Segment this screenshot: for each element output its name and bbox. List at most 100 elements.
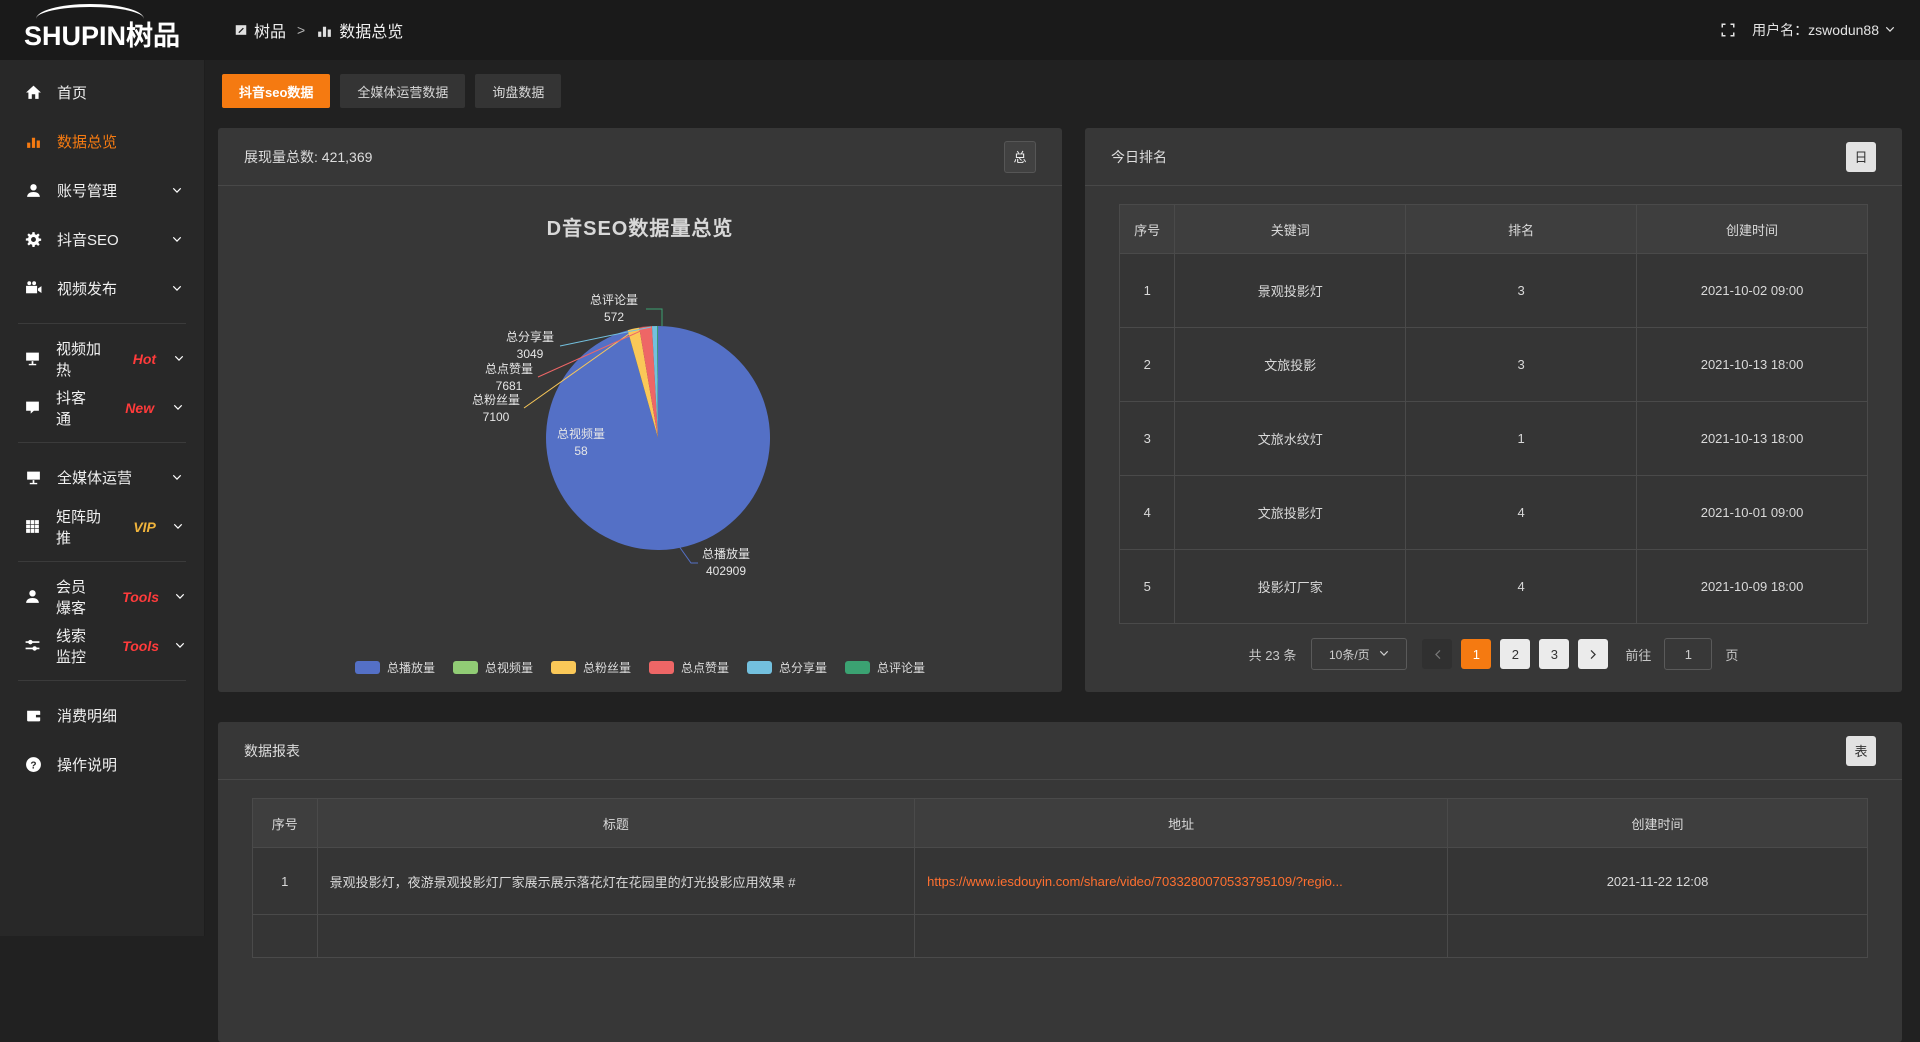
legend-item-总粉丝量[interactable]: 总粉丝量 bbox=[551, 659, 631, 676]
chevron-down-icon bbox=[174, 591, 186, 603]
sidebar-item-chat[interactable]: 抖客通New bbox=[0, 383, 204, 432]
report-cell bbox=[317, 915, 915, 958]
page-size-select[interactable]: 10条/页 bbox=[1311, 638, 1407, 670]
legend-label: 总评论量 bbox=[877, 659, 925, 676]
pie-label-value: 58 bbox=[574, 444, 587, 458]
sidebar-item-monitor[interactable]: 全媒体运营 bbox=[0, 453, 204, 502]
breadcrumb-separator: > bbox=[297, 22, 305, 38]
ranking-cell: 文旅水纹灯 bbox=[1175, 402, 1406, 476]
sidebar-item-sliders[interactable]: 线索监控 Tools bbox=[0, 621, 204, 670]
logo-cn: 树品 bbox=[126, 21, 180, 51]
page-button-1[interactable]: 1 bbox=[1461, 639, 1491, 669]
sidebar-item-label: 抖客通 bbox=[56, 387, 98, 429]
pagination-total: 共 23 条 bbox=[1249, 645, 1297, 664]
sidebar-item-bar-chart[interactable]: 数据总览 bbox=[0, 117, 204, 166]
chart-legend: 总播放量 总视频量 总粉丝量 总点赞量 总分享量 总评论量 bbox=[218, 659, 1062, 676]
goto-label: 前往 bbox=[1625, 645, 1651, 664]
sidebar-item-user[interactable]: 账号管理 bbox=[0, 166, 204, 215]
tab-1[interactable]: 全媒体运营数据 bbox=[340, 74, 465, 108]
ranking-cell: 2021-10-01 09:00 bbox=[1637, 476, 1868, 550]
sidebar-item-label: 矩阵助推 bbox=[56, 506, 106, 548]
ranking-cell: 景观投影灯 bbox=[1175, 254, 1406, 328]
tab-0[interactable]: 抖音seo数据 bbox=[222, 74, 330, 108]
sidebar-item-label: 账号管理 bbox=[57, 180, 117, 201]
legend-item-总评论量[interactable]: 总评论量 bbox=[845, 659, 925, 676]
pie-label-name: 总点赞量 bbox=[485, 362, 533, 376]
sidebar-item-home[interactable]: 首页 bbox=[0, 68, 204, 117]
chevron-down-icon bbox=[168, 185, 186, 197]
ranking-cell: 2021-10-13 18:00 bbox=[1637, 402, 1868, 476]
ranking-cell: 5 bbox=[1120, 550, 1175, 624]
sidebar-item-wallet[interactable]: 消费明细 bbox=[0, 691, 204, 740]
breadcrumb-item[interactable]: 数据总览 bbox=[316, 18, 403, 42]
logo-en: SHUPIN bbox=[24, 21, 126, 51]
report-toggle-button[interactable]: 表 bbox=[1846, 736, 1876, 766]
sidebar-nav: 首页数据总览账号管理抖音SEO视频发布视频加热Hot抖客通New 全媒体运营矩阵助… bbox=[0, 60, 204, 789]
tab-2[interactable]: 询盘数据 bbox=[475, 74, 561, 108]
page-button-3[interactable]: 3 bbox=[1539, 639, 1569, 669]
next-page-button[interactable] bbox=[1578, 639, 1608, 669]
pie-label-value: 402909 bbox=[706, 564, 746, 578]
data-tabs: 抖音seo数据全媒体运营数据询盘数据 bbox=[222, 74, 561, 108]
legend-label: 总分享量 bbox=[779, 659, 827, 676]
prev-page-button[interactable] bbox=[1422, 639, 1452, 669]
report-cell bbox=[915, 915, 1448, 958]
legend-item-总播放量[interactable]: 总播放量 bbox=[355, 659, 435, 676]
fullscreen-icon[interactable] bbox=[1720, 22, 1736, 38]
report-cell-title: 景观投影灯，夜游景观投影灯厂家展示展示落花灯在花园里的灯光投影应用效果 # bbox=[317, 848, 915, 915]
logo-text: SHUPIN树品 bbox=[24, 14, 180, 53]
page-buttons: 123 bbox=[1461, 639, 1569, 669]
sidebar-item-question-circle[interactable]: ?操作说明 bbox=[0, 740, 204, 789]
sidebar-item-gear[interactable]: 抖音SEO bbox=[0, 215, 204, 264]
ranking-cell: 1 bbox=[1120, 254, 1175, 328]
breadcrumb-item[interactable]: 树品 bbox=[234, 18, 286, 42]
sidebar-item-label: 线索监控 bbox=[56, 625, 95, 667]
ranking-cell: 4 bbox=[1120, 476, 1175, 550]
report-table-row-partial bbox=[253, 915, 1868, 958]
sidebar-badge: Tools bbox=[122, 638, 159, 654]
legend-item-总分享量[interactable]: 总分享量 bbox=[747, 659, 827, 676]
sidebar-divider bbox=[18, 680, 186, 681]
sidebar-item-label: 视频加热 bbox=[56, 338, 106, 380]
goto-page-input[interactable] bbox=[1664, 638, 1712, 670]
ranking-cell: 2021-10-13 18:00 bbox=[1637, 328, 1868, 402]
overview-total-label: 展现量总数: 421,369 bbox=[244, 147, 372, 167]
legend-item-总点赞量[interactable]: 总点赞量 bbox=[649, 659, 729, 676]
overview-toggle-button[interactable]: 总 bbox=[1004, 141, 1036, 173]
ranking-cell: 4 bbox=[1406, 476, 1637, 550]
page-button-2[interactable]: 2 bbox=[1500, 639, 1530, 669]
app-logo: SHUPIN树品 bbox=[0, 0, 204, 60]
svg-text:?: ? bbox=[30, 760, 36, 771]
ranking-table-row: 1景观投影灯32021-10-02 09:00 bbox=[1120, 254, 1868, 328]
report-card-header: 数据报表 表 bbox=[218, 722, 1902, 780]
ranking-cell: 投影灯厂家 bbox=[1175, 550, 1406, 624]
ranking-cell: 1 bbox=[1406, 402, 1637, 476]
video-camera-icon bbox=[24, 280, 42, 297]
ranking-toggle-button[interactable]: 日 bbox=[1846, 142, 1876, 172]
ranking-col-header: 排名 bbox=[1406, 205, 1637, 254]
report-col-header: 序号 bbox=[253, 799, 318, 848]
sidebar-item-grid[interactable]: 矩阵助推VIP bbox=[0, 502, 204, 551]
pie-label-总粉丝量: 总粉丝量7100 bbox=[472, 392, 520, 427]
pie-svg bbox=[218, 186, 1062, 692]
ranking-cell: 4 bbox=[1406, 550, 1637, 624]
ranking-title: 今日排名 bbox=[1111, 147, 1167, 167]
logo-arc bbox=[36, 4, 144, 19]
pie-label-name: 总视频量 bbox=[557, 427, 605, 441]
overview-card: 展现量总数: 421,369 总 D音SEO数据量总览 总播放量总视频量总粉丝量… bbox=[218, 128, 1062, 692]
bar-chart-icon bbox=[24, 133, 42, 150]
pie-label-value: 3049 bbox=[517, 347, 544, 361]
sidebar-item-monitor-up[interactable]: 视频加热Hot bbox=[0, 334, 204, 383]
user-label: 用户名：zswodun88 bbox=[1752, 20, 1879, 40]
sidebar-item-user-group[interactable]: 会员爆客Tools bbox=[0, 572, 204, 621]
pie-label-总视频量: 总视频量 58 bbox=[557, 426, 605, 461]
sidebar-item-video-camera[interactable]: 视频发布 bbox=[0, 264, 204, 313]
report-link[interactable]: https://www.iesdouyin.com/share/video/70… bbox=[927, 874, 1435, 889]
goto-unit: 页 bbox=[1725, 645, 1738, 664]
user-menu[interactable]: 用户名：zswodun88 bbox=[1752, 20, 1896, 40]
ranking-card-header: 今日排名 日 bbox=[1085, 128, 1902, 186]
question-circle-icon: ? bbox=[24, 756, 42, 773]
legend-item-总视频量[interactable]: 总视频量 bbox=[453, 659, 533, 676]
chevron-down-icon bbox=[169, 402, 186, 414]
legend-chip bbox=[747, 661, 772, 674]
